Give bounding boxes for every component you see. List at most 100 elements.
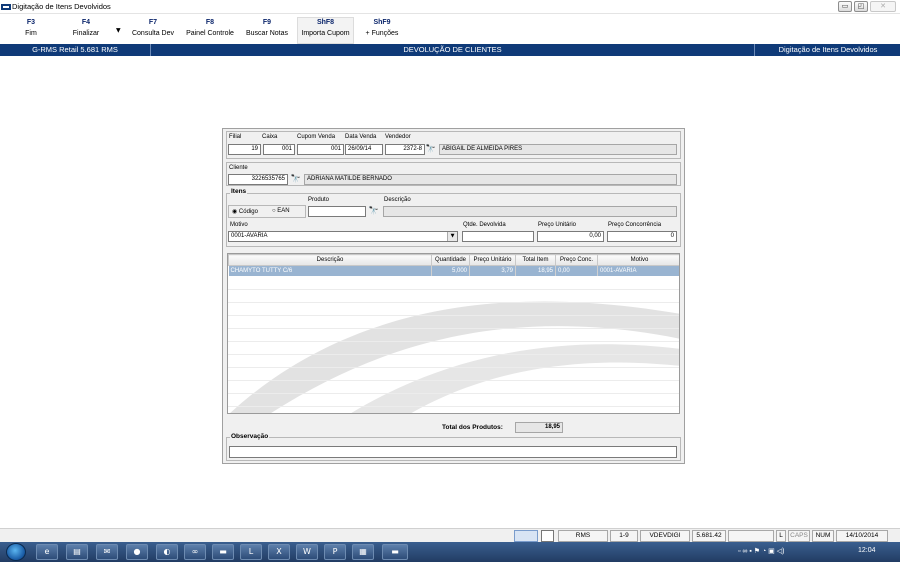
preco-unitario-label: Preço Unitário [538,222,577,228]
radio-ean[interactable]: ○ EAN [272,208,290,214]
grid-line [228,289,679,290]
link-icon[interactable]: ∞ [184,544,206,560]
excel-icon[interactable]: X [268,544,290,560]
table-row[interactable]: CHAMYTO TUTTY C/6 5,000 3,79 18,95 0,00 … [228,265,679,276]
items-grid[interactable]: Descrição Quantidade Preço Unitário Tota… [227,253,680,414]
binoculars-icon[interactable]: 🔭 [425,144,436,154]
status-empty [728,530,774,542]
fkey-label: F8 [205,19,215,26]
total-produtos-label: Total dos Produtos: [442,424,503,431]
status-bar: RMS 1-9 VDEVDIGI 5.681.42 L CAPS NUM 14/… [0,528,900,542]
importa-cupom-button[interactable]: ShF8 Importa Cupom [297,17,354,44]
watermark-logo [230,301,679,413]
vendedor-name-field: ABIGAIL DE ALMEIDA PIRES [439,144,677,155]
grid-line [228,315,679,316]
consulta-dev-button[interactable]: F7 Consulta Dev [130,19,176,37]
buscar-notas-button[interactable]: F9 Buscar Notas [244,19,290,37]
clock: 12:04 [858,547,876,554]
vendedor-code-field[interactable]: 2372-8 [385,144,425,155]
chevron-down-icon[interactable]: ▼ [447,232,457,241]
grid-line [228,341,679,342]
grid-line [228,367,679,368]
produto-field[interactable] [308,206,366,217]
toolbar: F3 Fim F4 Finalizar ▼ F7 Consulta Dev F8… [0,14,900,44]
chevron-down-icon[interactable]: ▼ [116,27,121,34]
data-venda-label: Data Venda [345,134,377,140]
binoculars-icon[interactable]: 🔭 [290,174,301,184]
caixa-label: Caixa [262,134,278,140]
observacao-field[interactable] [229,446,677,458]
binoculars-icon[interactable]: 🔭 [368,206,379,216]
grid-line [228,354,679,355]
column-header[interactable]: Total Item [515,254,556,266]
button-label: Painel Controle [186,30,234,37]
powerpoint-icon[interactable]: P [324,544,346,560]
cell-descricao: CHAMYTO TUTTY C/6 [228,265,432,276]
preco-unitario-field[interactable]: 0,00 [537,231,604,242]
filial-label: Filial [229,134,242,140]
status-version: 5.681.42 [692,530,726,542]
button-label: Importa Cupom [301,30,350,37]
grid-line [228,406,679,407]
grid-line [228,393,679,394]
data-venda-field[interactable]: 26/09/14 [345,144,383,155]
finalizar-button[interactable]: F4 Finalizar [70,19,102,37]
outlook-icon[interactable]: ✉ [96,544,118,560]
media-icon[interactable]: ◐ [156,544,178,560]
tray-icons[interactable]: ▫ ∞ ▪ ⚑ ◔ ▣ ◁) [738,547,784,555]
status-range: 1-9 [610,530,638,542]
rms-app-icon[interactable]: ▬ [212,544,234,560]
status-screen: VDEVDIGI [640,530,690,542]
vendedor-label: Vendedor [385,134,411,140]
button-label: Consulta Dev [131,30,175,37]
explorer-icon[interactable]: ▤ [66,544,88,560]
filial-field[interactable]: 19 [228,144,261,155]
cell-motivo: 0001-AVARIA [597,265,679,276]
fkey-label: F9 [262,19,272,26]
ean-option-label: EAN [277,208,290,214]
taskbar: e ▤ ✉ ● ◐ ∞ ▬ L X W P ▦ ▬ ▫ ∞ ▪ ⚑ ◔ ▣ ◁)… [0,542,900,562]
itens-group-title: Itens [230,188,248,195]
column-header[interactable]: Quantidade [431,254,470,266]
status-num: NUM [812,530,834,542]
codigo-option-label: Código [238,209,258,215]
preco-concorrencia-label: Preço Concorrência [608,222,662,228]
title-bar: Digitação de Itens Devolvidos ▭ ◰ ✕ [0,0,900,14]
qtde-devolvida-field[interactable] [462,231,534,242]
produto-label: Produto [308,197,330,203]
button-label: Fim [25,30,37,37]
fkey-label: F7 [148,19,158,26]
motivo-select[interactable]: 0001-AVARIA [228,231,458,242]
painel-controle-button[interactable]: F8 Painel Controle [184,19,236,37]
ie-icon[interactable]: e [36,544,58,560]
system-version: G-RMS Retail 5.681 RMS [0,44,151,56]
column-header[interactable]: Preço Unitário [469,254,516,266]
cupom-field[interactable]: 001 [297,144,344,155]
firefox-icon[interactable]: ● [126,544,148,560]
preco-concorrencia-field[interactable]: 0 [607,231,677,242]
fkey-label: F3 [26,19,36,26]
grid-line [228,328,679,329]
caixa-field[interactable]: 001 [263,144,295,155]
screen-title: DEVOLUÇÃO DE CLIENTES [151,44,755,56]
button-label: + Funções [365,30,399,37]
maximize-button[interactable]: ◰ [854,1,868,12]
qtde-label: Qtde. Devolvida [463,222,506,228]
cliente-code-field[interactable]: 3226535765 [228,174,288,185]
close-button[interactable]: ✕ [870,1,896,12]
status-app: RMS [558,530,608,542]
lync-icon[interactable]: L [240,544,262,560]
rms-app-icon[interactable]: ▬ [382,544,408,560]
chart-app-icon[interactable]: ▦ [352,544,374,560]
column-header[interactable]: Motivo [597,254,679,266]
descricao-label: Descrição [384,197,411,203]
start-button[interactable] [6,543,26,561]
minimize-button[interactable]: ▭ [838,1,852,12]
radio-codigo[interactable]: ◉ Código [232,208,258,215]
mais-funcoes-button[interactable]: ShF9 + Funções [362,19,402,37]
column-header[interactable]: Preço Conc. [555,254,598,266]
fim-button[interactable]: F3 Fim [22,19,40,37]
app-icon [1,4,11,10]
word-icon[interactable]: W [296,544,318,560]
column-header[interactable]: Descrição [228,254,432,266]
